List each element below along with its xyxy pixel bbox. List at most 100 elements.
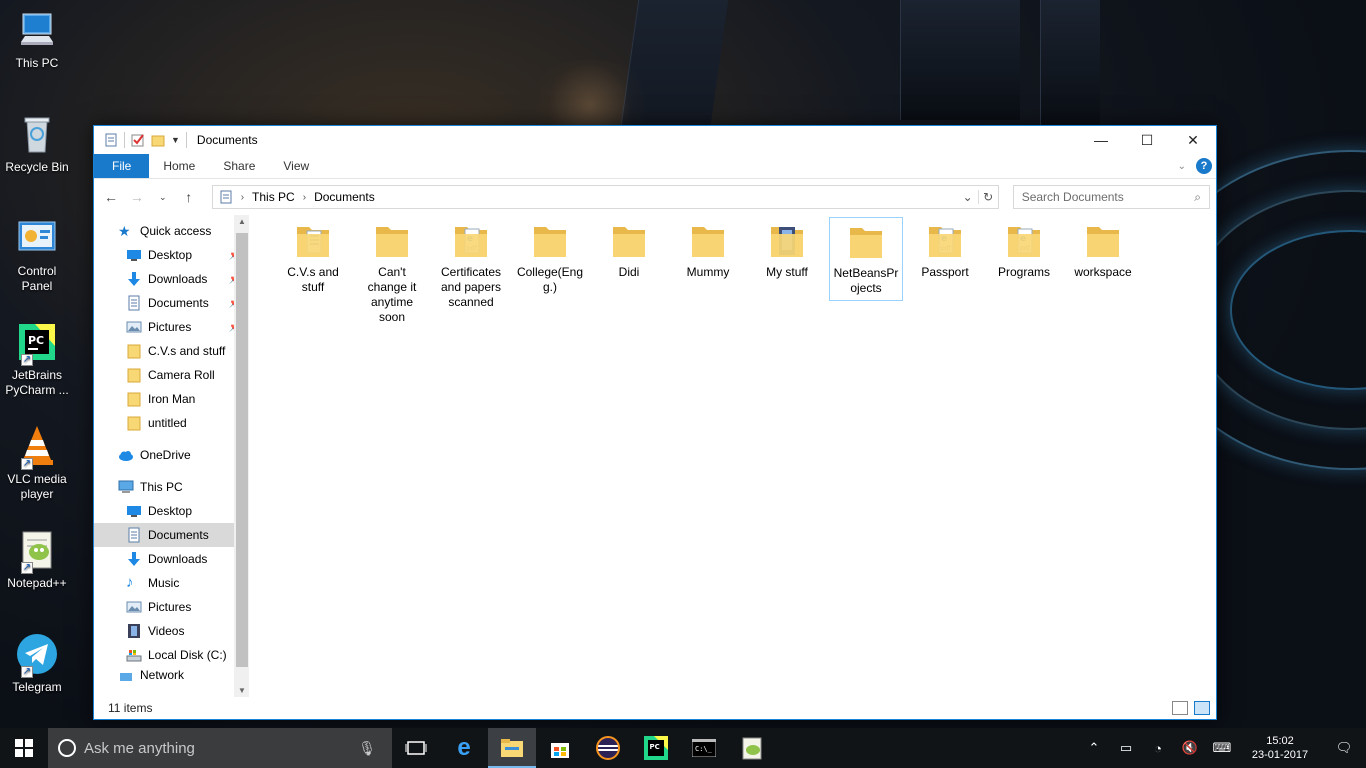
microphone-icon[interactable]: 🎙: [358, 740, 376, 757]
folder-item[interactable]: NetBeansProjects: [829, 217, 903, 301]
task-view-button[interactable]: [392, 728, 440, 768]
desktop-icon-label: JetBrains PyCharm ...: [5, 368, 69, 397]
scrollbar-thumb[interactable]: [236, 233, 248, 667]
back-arrow-icon[interactable]: ←: [100, 186, 122, 208]
customize-toolbar-chevron-icon[interactable]: ▼: [171, 135, 180, 145]
scroll-up-arrow-icon[interactable]: ▲: [234, 217, 249, 226]
taskbar-command-prompt[interactable]: C:\_: [680, 728, 728, 768]
scroll-down-arrow-icon[interactable]: ▼: [234, 686, 249, 695]
desktop-icon-control-panel[interactable]: Control Panel: [2, 216, 72, 294]
music-note-icon: ♪: [126, 574, 134, 591]
nav-quick-folder[interactable]: untitled: [94, 411, 249, 435]
desktop-icon-label: VLC media player: [7, 472, 67, 501]
folder-item[interactable]: My stuff: [750, 217, 824, 284]
nav-quick-desktop[interactable]: Desktop 📌: [94, 243, 249, 267]
folder-item[interactable]: Didi: [592, 217, 666, 284]
cortana-search-box[interactable]: Ask me anything 🎙: [48, 728, 392, 768]
title-bar[interactable]: ▼ Documents — ☐ ✕: [94, 126, 1216, 154]
taskbar-eclipse[interactable]: [584, 728, 632, 768]
large-icons-view-button[interactable]: [1194, 701, 1210, 715]
vlc-cone-icon: ↗: [15, 424, 59, 470]
folder-item[interactable]: Mummy: [671, 217, 745, 284]
nav-label: untitled: [148, 416, 187, 430]
nav-pc-downloads[interactable]: Downloads: [94, 547, 249, 571]
volume-muted-icon[interactable]: 🔇: [1174, 740, 1206, 756]
folder-icon: [767, 221, 807, 261]
folder-item[interactable]: epdf Passport: [908, 217, 982, 284]
tab-view[interactable]: View: [269, 154, 323, 178]
nav-pc-local-disk[interactable]: Local Disk (C:): [94, 643, 249, 667]
tab-home[interactable]: Home: [149, 154, 209, 178]
nav-pc-desktop[interactable]: Desktop: [94, 499, 249, 523]
help-button[interactable]: ?: [1196, 158, 1212, 174]
show-hidden-icons-chevron-icon[interactable]: ⌃: [1078, 740, 1110, 756]
desktop-icon-notepadpp[interactable]: ↗ Notepad++: [2, 528, 72, 591]
folder-item[interactable]: epdfCertificates and papers scanned: [434, 217, 508, 314]
desktop-icon-vlc[interactable]: ↗ VLC media player: [2, 424, 72, 502]
taskbar-pycharm[interactable]: PC: [632, 728, 680, 768]
wifi-icon[interactable]: ◔: [1142, 741, 1174, 756]
action-center-icon[interactable]: 🗨: [1322, 740, 1366, 756]
nav-quick-folder[interactable]: Iron Man: [94, 387, 249, 411]
breadcrumb-separator-icon[interactable]: ›: [303, 192, 306, 203]
taskbar-edge[interactable]: e: [440, 728, 488, 768]
telegram-icon: ↗: [15, 632, 59, 678]
desktop-icon-telegram[interactable]: ↗ Telegram: [2, 632, 72, 695]
close-button[interactable]: ✕: [1170, 126, 1216, 154]
nav-pc-pictures[interactable]: Pictures: [94, 595, 249, 619]
search-input[interactable]: Search Documents: [1022, 190, 1124, 204]
checkmark-icon[interactable]: [131, 133, 145, 147]
up-arrow-icon[interactable]: ↑: [178, 186, 200, 208]
recent-locations-chevron-icon[interactable]: ⌄: [152, 186, 174, 208]
breadcrumb-separator-icon[interactable]: ›: [241, 192, 244, 203]
taskbar-store[interactable]: [536, 728, 584, 768]
clock[interactable]: 15:02 23-01-2017: [1238, 734, 1322, 762]
taskbar-notepadpp[interactable]: [728, 728, 776, 768]
nav-label: Documents: [148, 296, 209, 310]
tab-share[interactable]: Share: [209, 154, 269, 178]
nav-pc-videos[interactable]: Videos: [94, 619, 249, 643]
nav-quick-folder[interactable]: C.V.s and stuff: [94, 339, 249, 363]
nav-quick-downloads[interactable]: Downloads 📌: [94, 267, 249, 291]
refresh-icon[interactable]: ↻: [977, 190, 998, 204]
new-folder-icon[interactable]: [151, 133, 165, 147]
expand-ribbon-chevron-icon[interactable]: ⌄: [1178, 161, 1186, 172]
search-box[interactable]: Search Documents ⌕: [1012, 185, 1211, 209]
breadcrumb-documents[interactable]: Documents: [314, 190, 375, 204]
nav-quick-access[interactable]: ★ Quick access: [94, 219, 249, 243]
folder-item[interactable]: C.V.s and stuff: [276, 217, 350, 299]
address-bar[interactable]: › This PC › Documents ⌄ ↻: [211, 185, 999, 209]
taskbar-search-input[interactable]: Ask me anything: [84, 740, 195, 757]
cloud-icon: [119, 451, 133, 461]
nav-network[interactable]: Network: [94, 667, 249, 683]
properties-icon[interactable]: [104, 133, 118, 147]
desktop-icon-pycharm[interactable]: PC ↗ JetBrains PyCharm ...: [2, 320, 72, 398]
breadcrumb-this-pc[interactable]: This PC: [252, 190, 295, 204]
folder-item[interactable]: College(Engg.): [513, 217, 587, 299]
nav-pc-music[interactable]: ♪ Music: [94, 571, 249, 595]
desktop-icon-this-pc[interactable]: This PC: [2, 8, 72, 71]
maximize-button[interactable]: ☐: [1124, 126, 1170, 154]
nav-scrollbar[interactable]: ▲ ▼: [234, 215, 249, 697]
nav-onedrive[interactable]: OneDrive: [94, 443, 249, 467]
desktop-icon-recycle-bin[interactable]: Recycle Bin: [2, 112, 72, 175]
tab-file[interactable]: File: [94, 154, 150, 178]
nav-quick-documents[interactable]: Documents 📌: [94, 291, 249, 315]
folder-item[interactable]: workspace: [1066, 217, 1140, 284]
start-button[interactable]: [0, 728, 48, 768]
address-history-chevron-icon[interactable]: ⌄: [958, 190, 978, 204]
nav-quick-folder[interactable]: Camera Roll: [94, 363, 249, 387]
minimize-button[interactable]: —: [1078, 126, 1124, 154]
battery-icon[interactable]: ▭: [1110, 740, 1142, 756]
svg-text:PC: PC: [650, 743, 660, 751]
keyboard-icon[interactable]: ⌨: [1206, 740, 1238, 756]
folder-icon: epdf: [1004, 221, 1044, 261]
nav-quick-pictures[interactable]: Pictures 📌: [94, 315, 249, 339]
folder-item[interactable]: epdf Programs: [987, 217, 1061, 284]
folder-item[interactable]: Can't change it anytime soon: [355, 217, 429, 329]
nav-pc-documents[interactable]: Documents: [94, 523, 249, 547]
details-view-button[interactable]: [1172, 701, 1188, 715]
forward-arrow-icon[interactable]: →: [126, 186, 148, 208]
taskbar-file-explorer[interactable]: [488, 728, 536, 768]
nav-this-pc[interactable]: This PC: [94, 475, 249, 499]
